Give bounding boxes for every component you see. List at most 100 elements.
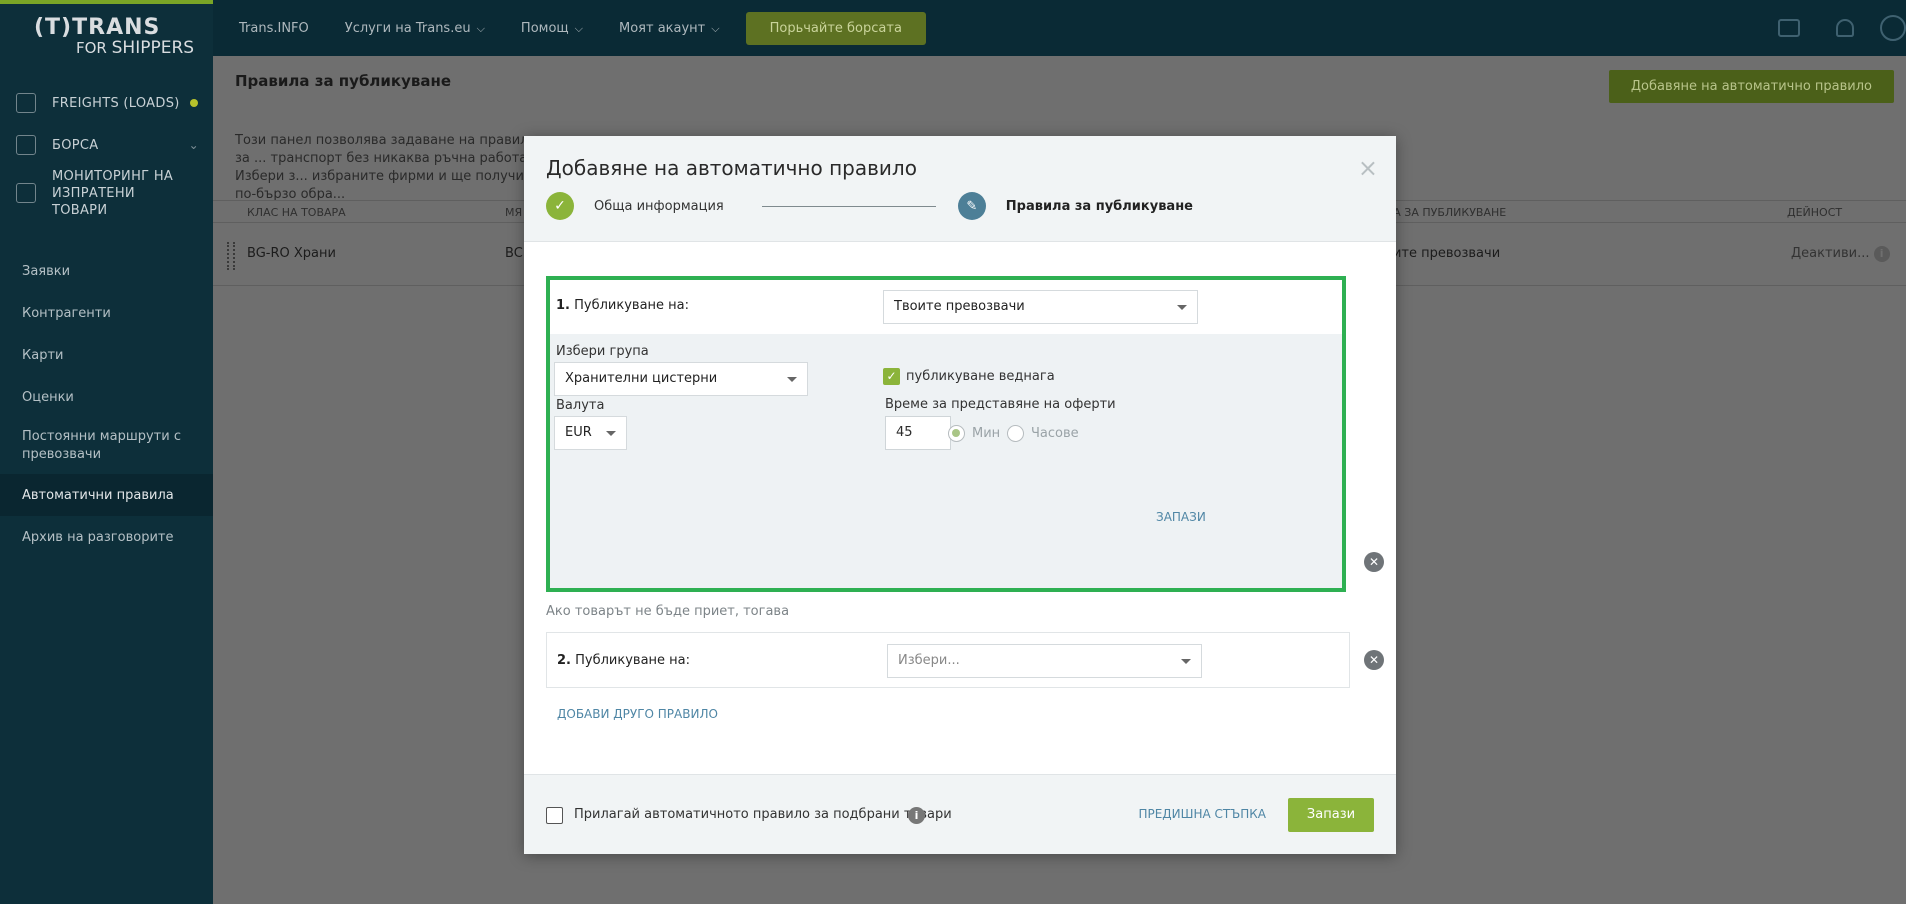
rule-2-target-select[interactable]: Избери... [887, 644, 1202, 678]
column-header-place: МЯ [505, 206, 523, 219]
rule-1-label-text: Публикуване на: [574, 298, 690, 313]
add-rule-modal: Добавяне на автоматично правило × ✓ Обща… [524, 136, 1396, 854]
modal-title: Добавяне на автоматично правило [546, 156, 917, 180]
group-label: Избери група [556, 344, 649, 359]
info-icon: i [1873, 246, 1890, 262]
table-cell-name: BG-RO Храни [247, 246, 336, 261]
currency-label: Валута [556, 398, 605, 413]
menu-help-label: Помощ [520, 20, 569, 36]
hours-label: Часове [1031, 426, 1079, 441]
table-cell-action[interactable]: Деактиви... i [1791, 246, 1890, 262]
user-avatar-icon[interactable] [1880, 15, 1906, 41]
pencil-icon: ✎ [957, 192, 986, 220]
freight-icon [16, 93, 36, 113]
sidebar-item-chat-archive[interactable]: Архив на разговорите [0, 516, 213, 558]
order-borsa-button[interactable]: Порьчайте борсата [745, 11, 926, 45]
menu-account[interactable]: Моят акаунт ⌵ [619, 21, 720, 36]
sidebar-item-freights[interactable]: FREIGHTS (LOADS) [0, 82, 213, 124]
sidebar-item-routes[interactable]: Постоянни маршрути с превозвачи [0, 418, 213, 474]
rule-2-label: 2. Публикуване на: [557, 653, 690, 668]
rule-2-number: 2. [557, 653, 571, 668]
cube-icon [16, 135, 36, 155]
remove-rule-1-icon[interactable]: ✕ [1364, 552, 1384, 572]
info-icon[interactable]: i [908, 807, 925, 824]
sidebar-item-auto-rules[interactable]: Автоматични правила [0, 474, 213, 516]
sidebar-item-label: БОРСА [52, 137, 99, 153]
hours-radio[interactable] [1007, 425, 1024, 442]
sidebar-accent-bar [0, 0, 213, 4]
sidebar-item-contractors[interactable]: Контрагенти [0, 292, 213, 334]
monitoring-icon [16, 183, 36, 203]
logo[interactable]: (T)TRANS FOR SHIPPERS [34, 15, 195, 58]
currency-select[interactable]: EUR [554, 416, 627, 450]
stepper: ✓ Обща информация ✎ Правила за публикува… [546, 192, 1193, 220]
menu-account-label: Моят акаунт [619, 20, 706, 36]
step-publish-rules: Правила за публикуване [1005, 198, 1193, 214]
sidebar-item-orders[interactable]: Заявки [0, 250, 213, 292]
minutes-radio[interactable] [948, 425, 965, 442]
rule-1-header: 1. Публикуване на: Твоите превозвачи [550, 280, 1342, 334]
currency-select-value: EUR [565, 425, 592, 440]
chevron-down-icon: ⌵ [476, 21, 485, 35]
menu-trans-info[interactable]: Trans.INFO [239, 21, 309, 36]
sidebar-item-monitoring[interactable]: МОНИТОРИНГ НА ИЗПРАТЕНИ ТОВАРИ [0, 166, 213, 220]
apply-selected-label: Прилагай автоматичното правило за подбра… [574, 807, 952, 822]
page-title: Правила за публикуване [235, 72, 452, 90]
drag-handle-icon[interactable] [227, 242, 235, 270]
sidebar-item-label: МОНИТОРИНГ НА ИЗПРАТЕНИ ТОВАРИ [52, 168, 174, 218]
minutes-label: Мин [972, 426, 1001, 441]
sidebar-item-borsa[interactable]: БОРСА ⌄ [0, 124, 213, 166]
dropdown-arrow-icon [787, 377, 797, 382]
logo-shippers-text: SHIPPERS [111, 38, 195, 58]
sidebar-item-ratings[interactable]: Оценки [0, 376, 213, 418]
status-dot [190, 99, 198, 107]
page-description: Този панел позволява задаване на правила… [235, 133, 537, 202]
rule-1-target-select[interactable]: Твоите превозвачи [883, 290, 1198, 324]
menu-services-label: Услуги на Trans.eu [344, 20, 471, 36]
publish-now-label: публикуване веднага [906, 369, 1055, 384]
offer-time-label: Време за представяне на оферти [885, 397, 1116, 412]
fallback-text: Ако товарът не бъде приет, тогава [546, 604, 790, 619]
modal-header: Добавяне на автоматично правило × ✓ Обща… [524, 136, 1396, 242]
rule-1-save-link[interactable]: ЗАПАЗИ [1156, 510, 1206, 524]
close-icon[interactable]: × [1358, 156, 1378, 180]
sidebar-item-label: FREIGHTS (LOADS) [52, 95, 180, 111]
dropdown-arrow-icon [1177, 305, 1187, 310]
chevron-down-icon: ⌵ [574, 21, 583, 35]
menu-services[interactable]: Услуги на Trans.eu ⌵ [345, 21, 485, 36]
column-header-rules: ЛА ЗА ПУБЛИКУВАНЕ [1385, 206, 1507, 219]
logo-for: FOR [76, 39, 107, 57]
bell-icon[interactable] [1836, 19, 1854, 37]
sidebar-sub-nav: Заявки Контрагенти Карти Оценки Постоянн… [0, 250, 213, 558]
sidebar-item-maps[interactable]: Карти [0, 334, 213, 376]
rule-1-panel: 1. Публикуване на: Твоите превозвачи Изб… [546, 276, 1346, 592]
add-auto-rule-button[interactable]: Добавяне на автоматично правило [1608, 70, 1894, 103]
apply-selected-checkbox[interactable] [546, 807, 563, 824]
chat-icon[interactable] [1778, 19, 1800, 37]
table-cell-rule: оите превозвачи [1385, 246, 1501, 261]
modal-footer: Прилагай автоматичното правило за подбра… [524, 774, 1396, 854]
rule-2-target-placeholder: Избери... [898, 653, 960, 668]
previous-step-link[interactable]: ПРЕДИШНА СТЪПКА [1138, 807, 1266, 821]
rule-1-number: 1. [556, 298, 570, 313]
check-icon: ✓ [546, 192, 574, 220]
sidebar-main-nav: FREIGHTS (LOADS) БОРСА ⌄ МОНИТОРИНГ НА И… [0, 82, 213, 220]
column-header-action: ДЕЙНОСТ [1787, 206, 1843, 219]
deactivate-link[interactable]: Деактиви... [1791, 246, 1870, 261]
logo-trans: (T)TRANS [34, 15, 161, 40]
topbar: Trans.INFO Услуги на Trans.eu ⌵ Помощ ⌵ Мо… [213, 0, 1906, 56]
add-rule-link[interactable]: ДОБАВИ ДРУГО ПРАВИЛО [557, 707, 718, 721]
publish-now-checkbox[interactable]: ✓ [883, 368, 900, 385]
step-general-info[interactable]: Обща информация [594, 199, 724, 214]
column-header-class: КЛАС НА ТОВАРА [247, 206, 346, 219]
menu-help[interactable]: Помощ ⌵ [521, 21, 583, 36]
offer-time-input[interactable]: 45 [885, 416, 951, 450]
rule-1-label: 1. Публикуване на: [556, 298, 689, 313]
rule-2-panel: 2. Публикуване на: Избери... [546, 632, 1350, 688]
dropdown-arrow-icon [606, 431, 616, 436]
group-select[interactable]: Хранителни цистерни [554, 362, 808, 396]
dropdown-arrow-icon [1181, 659, 1191, 664]
sidebar: (T)TRANS FOR SHIPPERS FREIGHTS (LOADS) Б… [0, 0, 213, 904]
remove-rule-2-icon[interactable]: ✕ [1364, 650, 1384, 670]
save-button[interactable]: Запази [1288, 798, 1374, 832]
